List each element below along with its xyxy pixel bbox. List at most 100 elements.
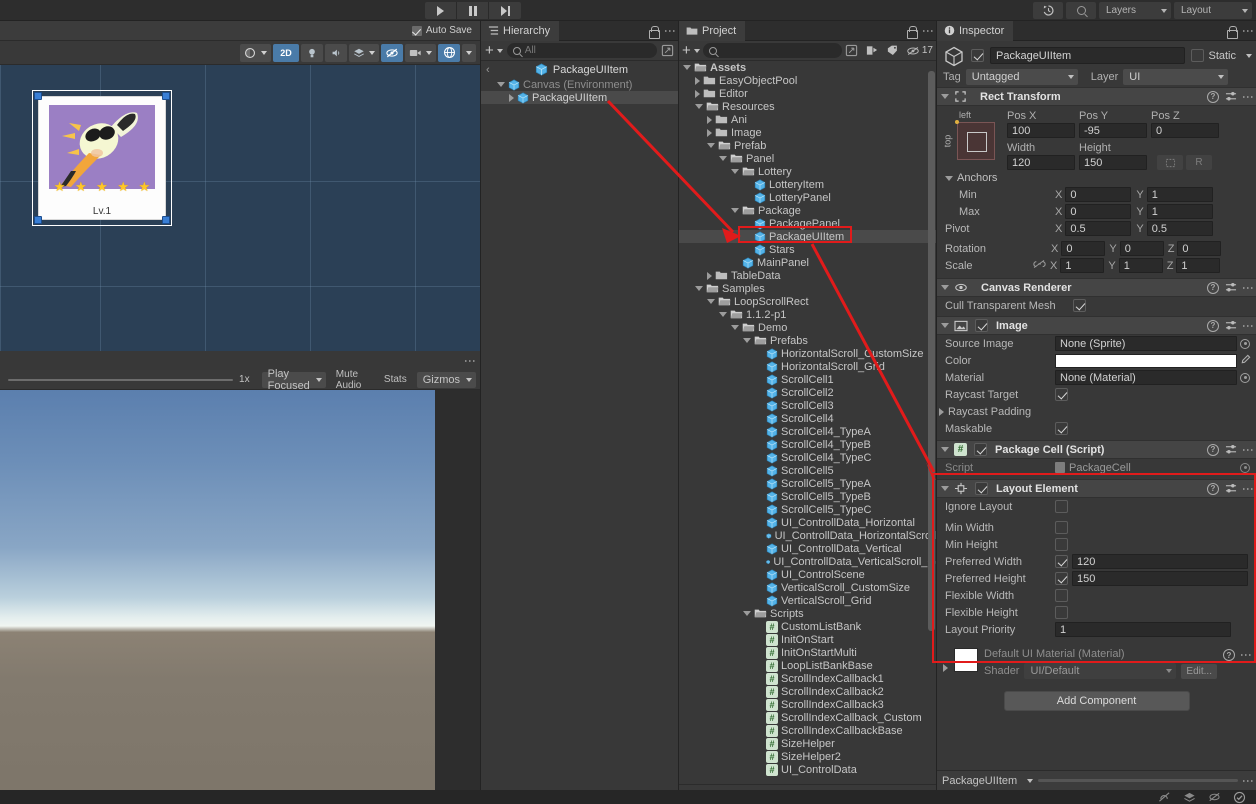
lock-icon[interactable] — [1227, 25, 1238, 39]
collapse-triangle-icon[interactable] — [695, 104, 703, 109]
zoom-slider[interactable] — [8, 378, 234, 381]
project-row[interactable]: Prefab — [679, 139, 936, 152]
gizmos-toggle-button[interactable] — [438, 43, 460, 62]
rotation-x-input[interactable]: 0 — [1061, 241, 1106, 256]
project-row[interactable]: TableData — [679, 269, 936, 282]
gameobject-enabled-checkbox[interactable] — [971, 49, 984, 62]
shader-dropdown[interactable]: UI/Default — [1024, 663, 1177, 679]
lighting-toggle-button[interactable] — [301, 43, 323, 62]
chevron-down-icon[interactable] — [1246, 53, 1252, 58]
help-icon[interactable]: ? — [1207, 281, 1219, 294]
project-row[interactable]: ScrollCell4 — [679, 412, 936, 425]
expand-triangle-icon[interactable] — [939, 407, 944, 416]
project-row[interactable]: # UI_ControlData — [679, 763, 936, 776]
project-row[interactable]: # ScrollIndexCallback3 — [679, 698, 936, 711]
project-row[interactable]: UI_ControlScene — [679, 568, 936, 581]
package-cell-header[interactable]: # Package Cell (Script) ? ⋮ — [937, 440, 1256, 459]
hidden-assets-badge[interactable]: 17 — [906, 45, 933, 57]
project-row[interactable]: Prefabs — [679, 334, 936, 347]
help-icon[interactable]: ? — [1207, 319, 1219, 332]
toggle-2d-button[interactable]: 2D — [273, 43, 299, 62]
layout-element-enabled-checkbox[interactable] — [975, 482, 988, 495]
resize-handle-tr[interactable] — [162, 92, 170, 100]
project-row[interactable]: Resources — [679, 100, 936, 113]
image-color-swatch[interactable] — [1055, 353, 1237, 368]
project-row[interactable]: UI_ControllData_HorizontalScroll — [679, 529, 936, 542]
expand-triangle-icon[interactable] — [707, 115, 712, 124]
maskable-checkbox[interactable] — [1055, 422, 1068, 435]
step-button[interactable] — [489, 2, 521, 19]
width-input[interactable]: 120 — [1007, 155, 1075, 170]
pos-z-input[interactable]: 0 — [1151, 123, 1219, 138]
pos-x-input[interactable]: 100 — [1007, 123, 1075, 138]
raycast-padding-row[interactable]: Raycast Padding — [937, 403, 1256, 420]
layout-row-checkbox[interactable] — [1055, 589, 1068, 602]
project-row[interactable]: ScrollCell5_TypeC — [679, 503, 936, 516]
tab-hierarchy[interactable]: Hierarchy — [481, 20, 560, 41]
layout-row-checkbox[interactable] — [1055, 500, 1068, 513]
gizmos-dropdown-button[interactable] — [462, 43, 476, 62]
toolbar-search-button[interactable] — [1066, 2, 1096, 19]
anchor-preset-widget[interactable]: left top — [942, 110, 1005, 170]
image-material-object-field[interactable]: None (Material) — [1055, 370, 1237, 385]
stats-button[interactable]: Stats — [380, 372, 411, 388]
game-view-menu-icon[interactable]: ⋮ — [463, 355, 477, 367]
project-row[interactable]: # ScrollIndexCallback_Custom — [679, 711, 936, 724]
save-search-icon[interactable] — [845, 44, 858, 57]
object-picker-icon[interactable] — [1240, 338, 1250, 349]
project-search-input[interactable] — [702, 43, 842, 58]
component-menu-icon[interactable]: ⋮ — [1241, 91, 1255, 103]
component-menu-icon[interactable]: ⋮ — [1241, 444, 1255, 456]
project-row[interactable]: UI_ControllData_Horizontal — [679, 516, 936, 529]
project-row[interactable]: ScrollCell4_TypeA — [679, 425, 936, 438]
project-row[interactable]: HorizontalScroll_Grid — [679, 360, 936, 373]
shader-edit-button[interactable]: Edit... — [1181, 663, 1217, 679]
collapse-triangle-icon[interactable] — [941, 323, 949, 328]
image-component-header[interactable]: Image ? ⋮ — [937, 316, 1256, 335]
collapse-triangle-icon[interactable] — [719, 312, 727, 317]
project-row[interactable]: LotteryPanel — [679, 191, 936, 204]
project-row[interactable]: Stars — [679, 243, 936, 256]
label-filter-icon[interactable] — [886, 44, 899, 57]
hierarchy-row[interactable]: Canvas (Environment) — [481, 78, 678, 91]
audio-toggle-button[interactable] — [325, 43, 347, 62]
collapse-triangle-icon[interactable] — [941, 94, 949, 99]
mute-audio-button[interactable]: Mute Audio — [332, 369, 374, 391]
collapse-triangle-icon[interactable] — [707, 143, 715, 148]
inspector-footer-object-dropdown[interactable]: PackageUIItem — [942, 775, 1034, 787]
project-scrollbar[interactable] — [928, 67, 935, 764]
back-arrow-icon[interactable]: ‹ — [486, 64, 490, 76]
component-menu-icon[interactable]: ⋮ — [1241, 282, 1255, 294]
create-object-button[interactable]: + — [485, 43, 503, 58]
game-render-surface[interactable] — [0, 390, 435, 804]
layout-row-checkbox[interactable] — [1055, 521, 1068, 534]
create-asset-button[interactable]: + — [682, 43, 700, 58]
project-row[interactable]: Panel — [679, 152, 936, 165]
project-row[interactable]: # InitOnStartMulti — [679, 646, 936, 659]
preset-icon[interactable] — [1225, 444, 1237, 455]
rotation-z-input[interactable]: 0 — [1177, 241, 1222, 256]
pivot-x-input[interactable]: 0.5 — [1065, 221, 1132, 236]
preset-icon[interactable] — [1225, 483, 1237, 494]
layers-dropdown[interactable]: Layers — [1099, 2, 1171, 19]
notification-muted-icon[interactable] — [1208, 791, 1221, 803]
material-menu-icon[interactable]: ⋮ — [1239, 649, 1253, 661]
project-row[interactable]: # SizeHelper2 — [679, 750, 936, 763]
anchor-max-x-input[interactable]: 0 — [1065, 204, 1132, 219]
layout-row-input[interactable]: 150 — [1072, 571, 1248, 586]
project-row[interactable]: ScrollCell3 — [679, 399, 936, 412]
collapse-triangle-icon[interactable] — [497, 82, 505, 87]
component-menu-icon[interactable]: ⋮ — [1241, 483, 1255, 495]
play-button[interactable] — [425, 2, 457, 19]
project-row[interactable]: # InitOnStart — [679, 633, 936, 646]
project-row[interactable]: VerticalScroll_CustomSize — [679, 581, 936, 594]
pivot-y-input[interactable]: 0.5 — [1146, 221, 1213, 236]
package-cell-enabled-checkbox[interactable] — [974, 443, 987, 456]
collapse-triangle-icon[interactable] — [743, 611, 751, 616]
undo-history-button[interactable] — [1033, 2, 1063, 19]
project-row[interactable]: # ScrollIndexCallbackBase — [679, 724, 936, 737]
scene-canvas[interactable]: ★ ★ ★ ★ ★ Lv.1 — [0, 65, 480, 351]
anchor-max-y-input[interactable]: 1 — [1146, 204, 1213, 219]
asset-type-filter-icon[interactable] — [865, 44, 879, 57]
layout-row-checkbox[interactable] — [1055, 572, 1068, 585]
